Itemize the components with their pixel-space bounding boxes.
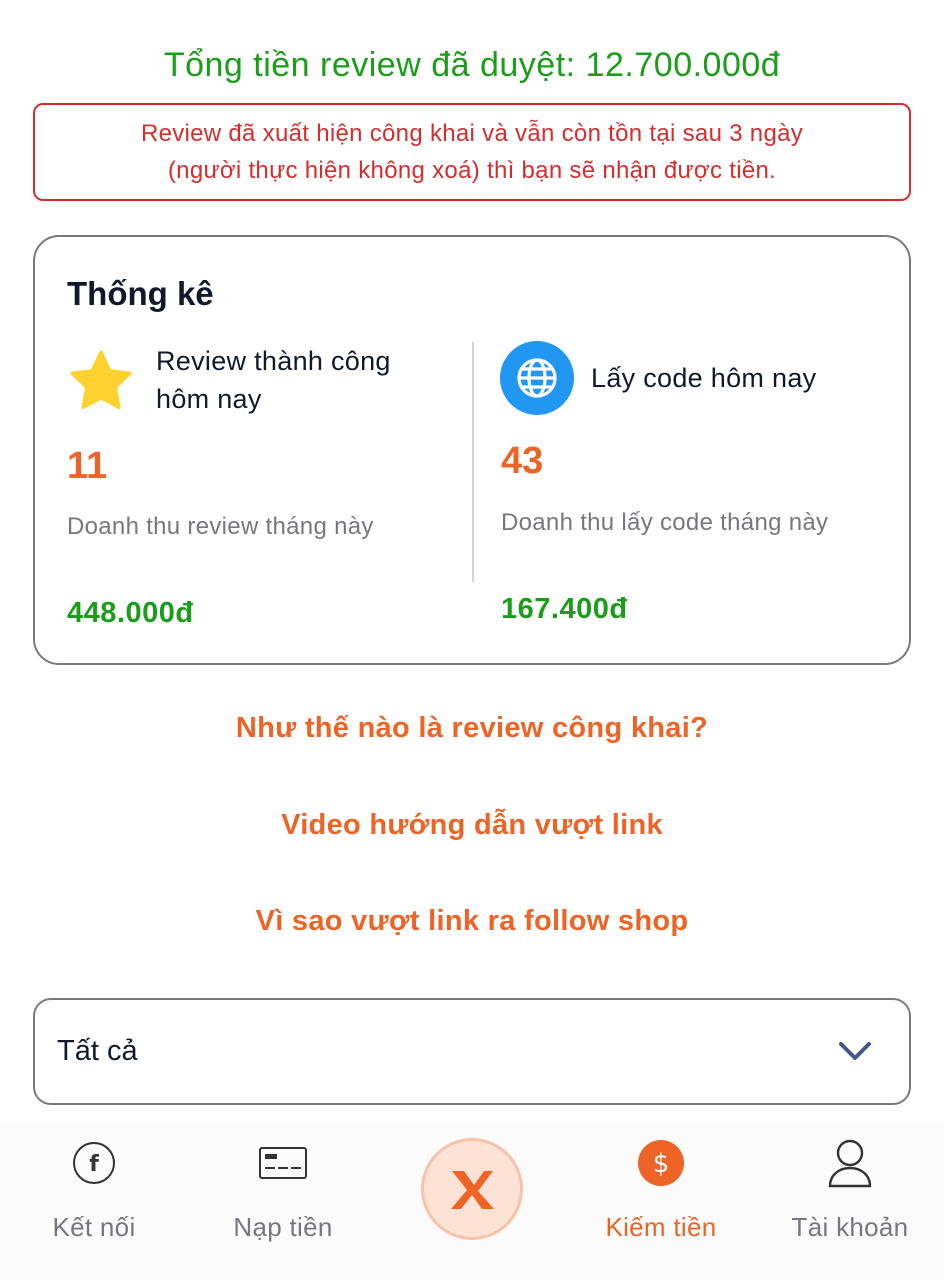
code-today-label: Lấy code hôm nay — [591, 363, 817, 393]
svg-text:$: $ — [653, 1149, 670, 1179]
nav-item-connect[interactable]: f Kết nối — [4, 1124, 184, 1280]
center-action-button[interactable] — [421, 1138, 523, 1240]
dollar-icon: $ — [631, 1138, 691, 1188]
nav-item-earn[interactable]: $ Kiếm tiền — [571, 1124, 751, 1280]
nav-label-connect: Kết nối — [52, 1212, 136, 1242]
chevron-down-icon — [839, 1042, 871, 1060]
review-month-revenue-label: Doanh thu review tháng này — [67, 513, 374, 540]
review-month-revenue-amount: 448.000đ — [67, 597, 194, 629]
code-month-revenue-label: Doanh thu lấy code tháng này — [501, 509, 829, 536]
approved-total-amount: 12.700.000đ — [585, 46, 781, 84]
code-today-count: 43 — [501, 440, 544, 482]
public-review-help-link[interactable]: Như thế nào là review công khai? — [0, 712, 944, 745]
user-icon — [820, 1138, 880, 1188]
card-icon — [253, 1138, 313, 1188]
facebook-icon: f — [64, 1138, 124, 1188]
filter-select[interactable]: Tất cả — [33, 998, 911, 1105]
nav-item-topup[interactable]: Nạp tiền — [193, 1124, 373, 1280]
nav-label-earn: Kiếm tiền — [605, 1212, 717, 1242]
stats-card: Thống kê Review thành công hôm nay 11 Do… — [33, 235, 911, 665]
approved-total-label: Tổng tiền review đã duyệt: — [163, 46, 576, 84]
payout-notice-line-1: Review đã xuất hiện công khai và vẫn còn… — [140, 120, 804, 147]
code-month-revenue-amount: 167.400đ — [501, 593, 628, 625]
star-icon — [70, 350, 132, 410]
earn-screen: Tổng tiền review đã duyệt: 12.700.000đ Re… — [0, 0, 944, 1280]
globe-icon — [500, 341, 574, 415]
nav-item-account[interactable]: Tài khoản — [760, 1124, 940, 1280]
follow-shop-help-link[interactable]: Vì sao vượt link ra follow shop — [0, 905, 944, 938]
filter-selected-value: Tất cả — [57, 1035, 138, 1067]
stats-title: Thống kê — [67, 275, 214, 312]
payout-notice: Review đã xuất hiện công khai và vẫn còn… — [33, 103, 911, 201]
review-today-label: Review thành công hôm nay — [156, 346, 391, 414]
x-logo-icon — [451, 1171, 494, 1209]
review-today-count: 11 — [67, 445, 108, 487]
nav-label-account: Tài khoản — [791, 1212, 909, 1242]
nav-label-topup: Nạp tiền — [233, 1212, 333, 1242]
stats-divider — [472, 342, 474, 582]
video-guide-link[interactable]: Video hướng dẫn vượt link — [0, 809, 944, 842]
approved-total: Tổng tiền review đã duyệt: 12.700.000đ — [0, 46, 944, 85]
payout-notice-line-2: (người thực hiện không xoá) thì bạn sẽ n… — [167, 157, 777, 184]
svg-text:f: f — [89, 1152, 99, 1177]
